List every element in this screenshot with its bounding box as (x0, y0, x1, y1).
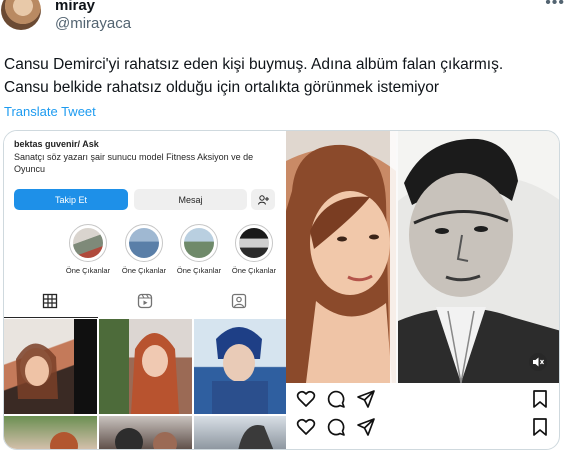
avatar[interactable] (1, 0, 41, 30)
follow-button: Takip Et (14, 189, 128, 210)
ig-tabs (4, 289, 286, 313)
comment-icon[interactable] (326, 389, 346, 409)
ig-post-thumbnail (99, 319, 192, 414)
ig-post-thumbnail (4, 319, 97, 414)
ig-bio: Sanatçı söz yazarı şair sunucu model Fit… (14, 151, 276, 175)
ig-post-thumbnail (194, 319, 286, 414)
heart-icon[interactable] (296, 417, 316, 437)
ig-highlight-label: Öne Çıkanlar (231, 266, 277, 275)
ig-highlight: Öne Çıkanlar (177, 224, 221, 275)
add-user-icon (251, 189, 275, 210)
ig-post-grid (4, 319, 286, 449)
reels-icon (137, 293, 153, 309)
ig-highlight: Öne Çıkanlar (66, 224, 110, 275)
tweet-text-line: Cansu Demirci'yi rahatsız eden kişi buym… (4, 56, 504, 73)
ig-highlight-label: Öne Çıkanlar (176, 266, 222, 275)
user-handle[interactable]: @mirayaca (55, 15, 131, 32)
heart-icon[interactable] (296, 389, 316, 409)
message-button: Mesaj (134, 189, 247, 210)
tweet-text: Cansu Demirci'yi rahatsız eden kişi buym… (4, 53, 569, 99)
ig-post-thumbnail (4, 416, 97, 449)
ig-post-thumbnail (99, 416, 192, 449)
active-tab-indicator (4, 317, 98, 318)
ig-highlight-label: Öne Çıkanlar (65, 266, 111, 275)
grid-icon (42, 293, 58, 309)
photo-collage (286, 131, 559, 383)
ig-action-row (286, 387, 559, 411)
ig-bio-line: Oyuncu (14, 164, 46, 174)
tweet-media[interactable]: bektas guvenir/ Ask Sanatçı söz yazarı ş… (3, 130, 560, 450)
tagged-icon (231, 293, 247, 309)
tweet-header: miray @mirayaca ••• (0, 0, 573, 36)
tweet-text-line: Cansu belkide rahatsız olduğu için ortal… (4, 79, 440, 96)
ig-highlight: Öne Çıkanlar (122, 224, 166, 275)
translate-tweet-link[interactable]: Translate Tweet (4, 104, 96, 119)
comment-icon[interactable] (326, 417, 346, 437)
ig-bio-line: Sanatçı söz yazarı şair sunucu model Fit… (14, 152, 254, 162)
share-icon[interactable] (356, 389, 376, 409)
ig-username: bektas guvenir/ Ask (14, 139, 99, 149)
more-icon[interactable]: ••• (545, 0, 565, 12)
bookmark-icon[interactable] (530, 389, 550, 409)
share-icon[interactable] (356, 417, 376, 437)
bookmark-icon[interactable] (530, 417, 550, 437)
ig-action-row (286, 415, 559, 439)
ig-highlight: Öne Çıkanlar (232, 224, 276, 275)
ig-highlight-label: Öne Çıkanlar (121, 266, 167, 275)
display-name[interactable]: miray (55, 0, 95, 14)
ig-post-thumbnail (194, 416, 286, 449)
instagram-profile-screenshot: bektas guvenir/ Ask Sanatçı söz yazarı ş… (4, 131, 286, 449)
mute-icon[interactable] (529, 353, 547, 371)
